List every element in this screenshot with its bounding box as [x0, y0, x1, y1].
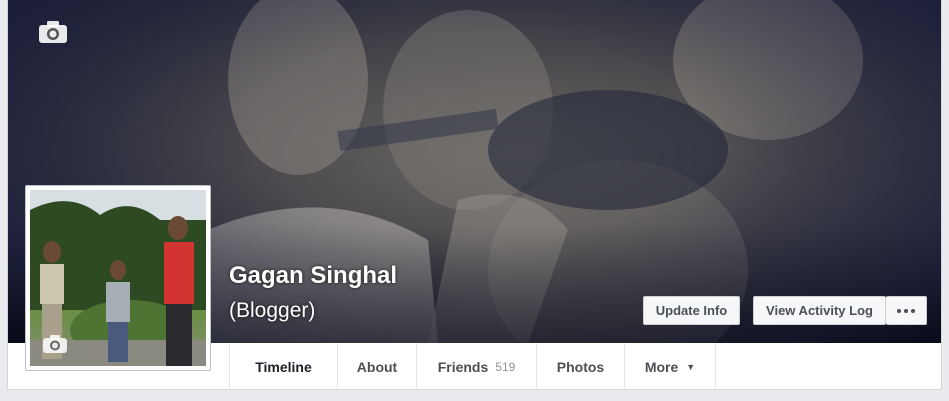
tab-about[interactable]: About — [337, 343, 416, 389]
camera-icon[interactable] — [42, 334, 68, 354]
camera-icon[interactable] — [38, 20, 68, 44]
profile-name[interactable]: Gagan Singhal — [229, 262, 397, 290]
profile-header: Gagan Singhal (Blogger) Update Info View… — [7, 0, 942, 390]
more-actions-button[interactable] — [886, 296, 927, 325]
friends-count: 519 — [495, 359, 516, 374]
profile-picture-frame[interactable] — [25, 185, 211, 371]
more-dots-icon — [897, 308, 915, 313]
update-info-button[interactable]: Update Info — [643, 296, 740, 325]
tab-timeline[interactable]: Timeline — [229, 343, 337, 389]
tab-more[interactable]: More ▼ — [624, 343, 716, 389]
profile-alternate-name: (Blogger) — [229, 299, 316, 322]
view-activity-log-button[interactable]: View Activity Log — [753, 296, 886, 325]
caret-down-icon: ▼ — [686, 361, 696, 372]
tab-photos[interactable]: Photos — [536, 343, 624, 389]
profile-picture[interactable] — [30, 190, 206, 366]
tab-friends[interactable]: Friends 519 — [416, 343, 536, 389]
profile-tabs: Timeline About Friends 519 Photos More ▼ — [229, 343, 716, 389]
